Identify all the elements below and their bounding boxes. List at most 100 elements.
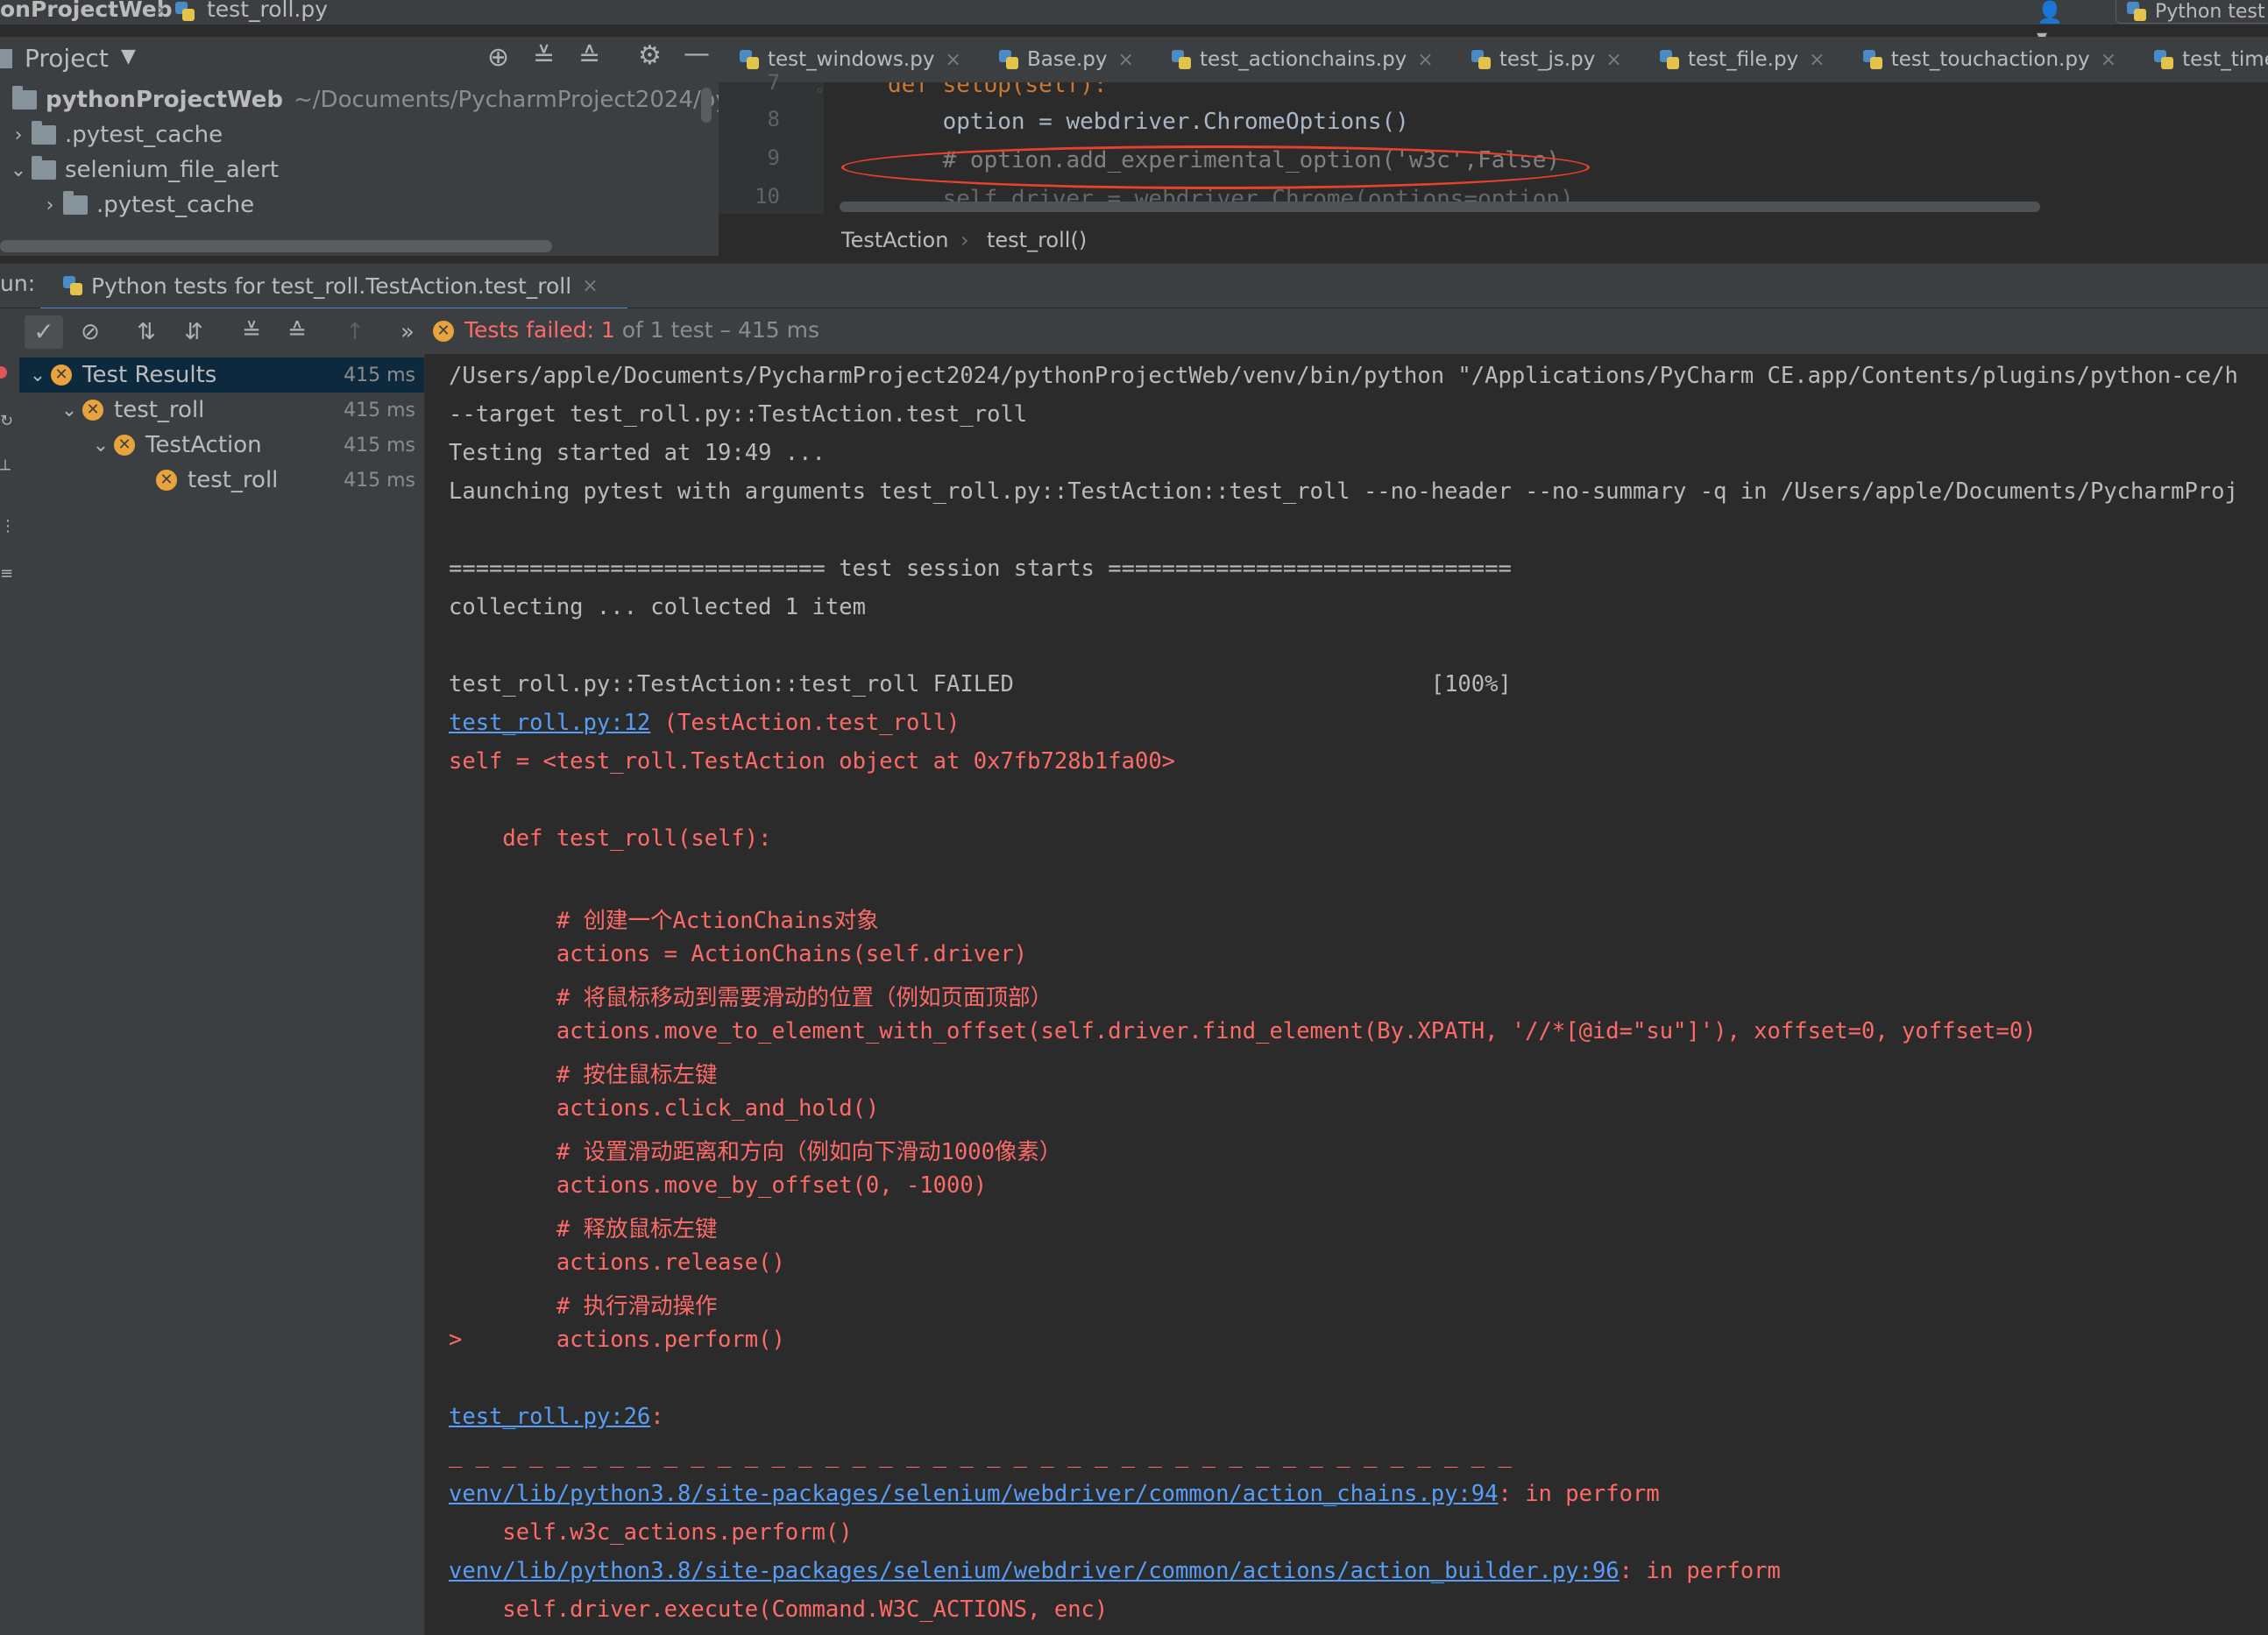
chevron-right-icon[interactable]: › bbox=[5, 124, 32, 146]
test-status: Tests failed: 1 of 1 test – 415 ms bbox=[464, 317, 819, 343]
expand-all-icon[interactable]: ≚ bbox=[533, 42, 555, 73]
console-line: actions.move_by_offset(0, -1000) bbox=[449, 1172, 988, 1199]
rerun-icon[interactable]: ↻ bbox=[0, 412, 13, 430]
code-line-7: def setUp(self): bbox=[888, 82, 1108, 98]
test-status-summary: of 1 test – 415 ms bbox=[614, 317, 820, 343]
collapse-all-icon[interactable]: ≙ bbox=[578, 42, 600, 73]
sort-by-duration-icon[interactable]: ⇵ bbox=[181, 319, 207, 345]
traceback-link[interactable]: test_roll.py:12 bbox=[449, 710, 650, 736]
close-icon[interactable]: × bbox=[945, 49, 960, 71]
console-line: test_roll.py::TestAction::test_roll FAIL… bbox=[449, 671, 1512, 697]
console-line: /Users/apple/Documents/PycharmProject202… bbox=[449, 363, 2238, 389]
tree-row-test-roll-module[interactable]: ⌄ ✕ test_roll 415 ms bbox=[19, 393, 424, 428]
console-line: ============================ test sessio… bbox=[449, 556, 1512, 582]
chevron-down-icon[interactable]: ⌄ bbox=[88, 435, 114, 457]
breadcrumb-file[interactable]: test_roll.py bbox=[207, 0, 328, 22]
close-icon[interactable]: × bbox=[1809, 49, 1825, 71]
tab-test-actionchains[interactable]: test_actionchains.py × bbox=[1151, 37, 1446, 82]
run-tab[interactable]: Python tests for test_roll.TestAction.te… bbox=[40, 264, 627, 311]
tree-item-selenium-file-alert[interactable]: ⌄ selenium_file_alert bbox=[0, 152, 279, 188]
tree-item-pytest-cache[interactable]: › .pytest_cache bbox=[0, 117, 223, 152]
breadcrumb-project[interactable]: onProjectWeb bbox=[0, 0, 173, 22]
tab-label: Base.py bbox=[1026, 48, 1108, 71]
close-icon[interactable]: × bbox=[1118, 49, 1134, 71]
horizontal-scrollbar[interactable] bbox=[0, 240, 552, 252]
tab-label: test_time.py bbox=[2182, 48, 2268, 71]
vertical-scrollbar[interactable] bbox=[701, 88, 712, 123]
tab-test-file[interactable]: test_file.py × bbox=[1639, 37, 1838, 82]
test-results-tree: ⌄ ✕ Test Results 415 ms ⌄ ✕ test_roll 41… bbox=[19, 354, 425, 1635]
annotation-ellipse bbox=[841, 145, 1590, 189]
gear-icon[interactable]: ⚙ bbox=[638, 40, 662, 71]
settings-icon[interactable]: ≡ bbox=[0, 564, 13, 583]
tab-test-js[interactable]: test_js.py × bbox=[1450, 37, 1634, 82]
tree-item-nested-pytest-cache[interactable]: › .pytest_cache bbox=[0, 188, 254, 223]
hide-panel-icon[interactable]: — bbox=[684, 39, 710, 69]
run-toolbar: ✓ ⊘ ⇅ ⇵ ≚ ≙ ↑ » ✕ Tests failed: 1 of 1 t… bbox=[0, 308, 2268, 355]
console-line: --target test_roll.py::TestAction.test_r… bbox=[449, 401, 1028, 428]
tab-test-time[interactable]: test_time.py× bbox=[2133, 37, 2268, 82]
breadcrumb-separator: › bbox=[156, 0, 165, 22]
project-root-row[interactable]: pythonProjectWeb ~/Documents/PycharmProj… bbox=[0, 82, 752, 117]
close-icon[interactable]: × bbox=[1417, 49, 1433, 71]
user-icon[interactable]: 👤▾ bbox=[2037, 0, 2072, 49]
chevron-down-icon[interactable]: ⌄ bbox=[25, 365, 51, 386]
python-file-icon bbox=[2154, 50, 2174, 69]
console-line: # 释放鼠标左键 bbox=[449, 1216, 718, 1242]
fail-icon: ✕ bbox=[82, 400, 103, 421]
python-file-icon bbox=[2127, 2, 2146, 21]
tab-base[interactable]: Base.py × bbox=[978, 37, 1146, 82]
editor-gutter: 7 8 9 10 ◦ bbox=[719, 70, 825, 214]
line-number: 8 bbox=[767, 107, 780, 131]
locate-icon[interactable]: ⊕ bbox=[487, 42, 509, 73]
traceback-link[interactable]: venv/lib/python3.8/site-packages/seleniu… bbox=[449, 1481, 1498, 1507]
layout-icon[interactable]: ⋮ bbox=[0, 517, 16, 535]
folder-icon bbox=[63, 191, 88, 215]
breadcrumb-method[interactable]: test_roll() bbox=[987, 228, 1087, 252]
show-ignored-icon[interactable]: ⊘ bbox=[77, 319, 103, 345]
console-line: self.w3c_actions.perform() bbox=[449, 1519, 853, 1546]
traceback-link[interactable]: test_roll.py:26 bbox=[449, 1404, 650, 1430]
line-number: 7 bbox=[767, 70, 780, 95]
line-number: 10 bbox=[755, 184, 780, 209]
chevron-right-icon[interactable]: › bbox=[37, 195, 63, 216]
expand-all-icon[interactable]: ≚ bbox=[238, 319, 265, 345]
pin-icon[interactable]: ⟂ bbox=[0, 456, 11, 474]
previous-occurrence-icon[interactable]: ↑ bbox=[342, 319, 368, 345]
close-icon[interactable]: × bbox=[2101, 49, 2116, 71]
navigation-bar: onProjectWeb › test_roll.py 👤▾ Python te… bbox=[0, 0, 2268, 49]
tab-test-touchaction[interactable]: test_touchaction.py × bbox=[1842, 37, 2129, 82]
close-icon[interactable]: × bbox=[1605, 49, 1621, 71]
chevron-down-icon[interactable]: ⌄ bbox=[56, 400, 82, 421]
project-panel-title[interactable]: Project bbox=[25, 44, 109, 73]
editor-code-clip: def setUp(self): option = webdriver.Chro… bbox=[824, 82, 2268, 214]
duration: 415 ms bbox=[344, 399, 415, 421]
chevron-down-icon[interactable]: ▼ bbox=[121, 46, 136, 67]
python-file-icon bbox=[1659, 50, 1679, 69]
more-actions-icon[interactable]: » bbox=[394, 319, 421, 345]
console-line: actions.click_and_hold() bbox=[449, 1095, 880, 1122]
run-config-selector[interactable]: Python test bbox=[2116, 0, 2268, 24]
console-line: Launching pytest with arguments test_rol… bbox=[449, 478, 2238, 505]
tree-row-test-results[interactable]: ⌄ ✕ Test Results 415 ms bbox=[19, 357, 424, 393]
tree-row-test-roll-method[interactable]: ✕ test_roll 415 ms bbox=[19, 463, 424, 498]
tab-label: test_file.py bbox=[1687, 48, 1799, 71]
show-passed-toggle-icon[interactable]: ✓ bbox=[25, 315, 63, 349]
console-output[interactable]: /Users/apple/Documents/PycharmProject202… bbox=[426, 354, 2268, 1635]
run-tab-title: Python tests for test_roll.TestAction.te… bbox=[91, 272, 572, 299]
sort-alphabetically-icon[interactable]: ⇅ bbox=[133, 319, 159, 345]
chevron-down-icon[interactable]: ⌄ bbox=[5, 159, 32, 181]
editor-horizontal-scrollbar[interactable] bbox=[840, 202, 2040, 212]
console-line: test_roll.py:12 (TestAction.test_roll) bbox=[449, 710, 960, 736]
traceback-link[interactable]: venv/lib/python3.8/site-packages/seleniu… bbox=[449, 1558, 1619, 1584]
breadcrumb-class[interactable]: TestAction bbox=[841, 228, 948, 252]
close-icon[interactable]: × bbox=[582, 275, 598, 297]
collapse-all-icon[interactable]: ≙ bbox=[284, 319, 310, 345]
python-tests-icon bbox=[63, 276, 82, 295]
tree-row-testaction-class[interactable]: ⌄ ✕ TestAction 415 ms bbox=[19, 428, 424, 463]
python-file-icon bbox=[998, 50, 1018, 69]
left-tool-strip: ↻ ⟂ ⋮ ≡ bbox=[0, 354, 19, 1635]
stop-icon[interactable] bbox=[0, 366, 7, 379]
console-line: self.driver.execute(Command.W3C_ACTIONS,… bbox=[449, 1596, 1109, 1623]
console-line: venv/lib/python3.8/site-packages/seleniu… bbox=[449, 1558, 1781, 1584]
